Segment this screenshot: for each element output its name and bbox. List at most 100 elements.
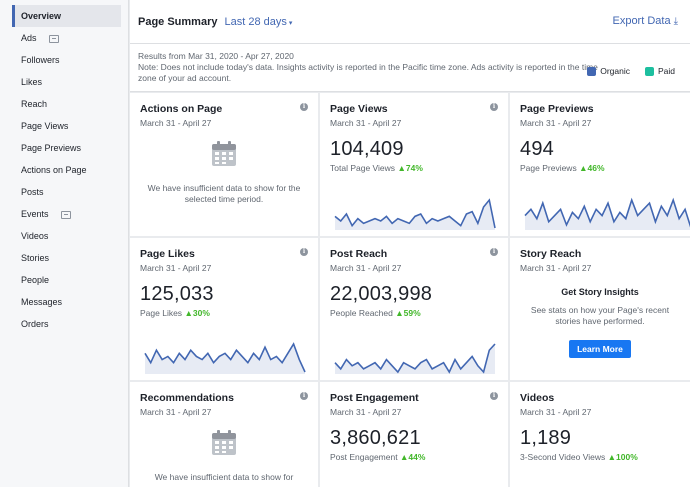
info-icon[interactable]: i [300, 248, 308, 256]
metric-label-row: 3-Second Video Views ▲100% [520, 452, 680, 462]
legend-label: Paid [657, 66, 675, 76]
card-title: Recommendations [140, 392, 234, 404]
date-range-dropdown[interactable]: Last 28 days ▾ [224, 16, 292, 28]
metric-label: Page Likes [140, 308, 183, 318]
export-data-label: Export Data [612, 15, 671, 27]
sparkline-area [335, 200, 495, 230]
card-post-reach[interactable]: Post Reach March 31 - April 27 i 22,003,… [320, 238, 508, 380]
card-title: Post Reach [330, 248, 388, 260]
percent-change: 59% [403, 308, 421, 318]
chart-legend: Organic Paid [587, 66, 690, 77]
sparkline [144, 342, 306, 374]
sidebar-item-actions-on-page[interactable]: Actions on Page [0, 159, 128, 181]
story-insights-text: See stats on how your Page's recent stor… [530, 305, 670, 326]
sparkline-area [145, 344, 305, 374]
info-icon[interactable]: i [490, 392, 498, 400]
calendar-icon [212, 141, 236, 166]
card-date-range: March 31 - April 27 [140, 407, 212, 417]
card-videos[interactable]: Videos March 31 - April 27 1,189 3-Secon… [510, 382, 690, 487]
sidebar-item-overview[interactable]: Overview [12, 5, 121, 27]
sidebar-item-followers[interactable]: Followers [0, 49, 128, 71]
sidebar-item-label: Ads [21, 33, 37, 43]
trend-up-icon: ▲ [397, 163, 406, 173]
page-title: Page Summary [138, 15, 218, 28]
card-page-likes[interactable]: Page Likes March 31 - April 27 i 125,033… [130, 238, 318, 380]
card-date-range: March 31 - April 27 [330, 263, 402, 273]
card-title: Actions on Page [140, 103, 223, 115]
legend-swatch [644, 67, 654, 76]
empty-message: We have insufficient data to show for th… [147, 183, 301, 204]
results-info: Results from Mar 31, 2020 - Apr 27, 2020… [130, 44, 690, 92]
info-icon[interactable]: i [490, 248, 498, 256]
export-data-button[interactable]: Export Data ⤓ [612, 15, 678, 27]
percent-change: 30% [192, 308, 210, 318]
card-page-views[interactable]: Page Views March 31 - April 27 i 104,409… [320, 93, 508, 236]
story-insights-heading: Get Story Insights [561, 287, 639, 297]
sidebar-item-label: Page Views [21, 121, 69, 131]
page-header: Page Summary Last 28 days ▾ Export Data ⤓ [130, 0, 690, 44]
card-actions-on-page[interactable]: Actions on Page March 31 - April 27 i We… [130, 93, 318, 236]
metric-label-row: Page Likes ▲30% [140, 308, 308, 318]
sidebar-item-events[interactable]: Events [0, 203, 128, 225]
promote-icon [60, 210, 71, 219]
trend-up-icon: ▲ [607, 452, 617, 462]
metric-label-row: People Reached ▲59% [330, 308, 498, 318]
download-icon: ⤓ [673, 16, 678, 27]
sidebar: Overview Ads Followers Likes Reach Page … [0, 0, 129, 487]
card-date-range: March 31 - April 27 [520, 263, 592, 273]
sparkline [524, 197, 690, 230]
sidebar-item-reach[interactable]: Reach [0, 93, 128, 115]
info-icon[interactable]: i [300, 392, 308, 400]
sidebar-item-videos[interactable]: Videos [0, 225, 128, 247]
timezone-note: Note: Does not include today's data. Ins… [138, 62, 598, 83]
metric-label-row: Total Page Views ▲74% [330, 163, 498, 173]
sparkline [334, 343, 496, 374]
sidebar-item-messages[interactable]: Messages [0, 291, 128, 313]
sidebar-item-ads[interactable]: Ads [0, 27, 128, 49]
sidebar-item-page-previews[interactable]: Page Previews [0, 137, 128, 159]
card-date-range: March 31 - April 27 [140, 263, 212, 273]
sidebar-item-label: People [21, 275, 50, 285]
card-page-previews[interactable]: Page Previews March 31 - April 27 494 Pa… [510, 93, 690, 236]
metric-value: 494 [520, 138, 554, 160]
card-recommendations[interactable]: Recommendations March 31 - April 27 i We… [130, 382, 318, 487]
trend-up-icon: ▲ [184, 308, 193, 318]
sort-caret-icon: ▾ [288, 19, 293, 27]
card-date-range: March 31 - April 27 [520, 407, 592, 417]
sidebar-item-label: Stories [21, 253, 50, 263]
sidebar-item-stories[interactable]: Stories [0, 247, 128, 269]
sidebar-item-orders[interactable]: Orders [0, 313, 128, 335]
sidebar-item-label: Likes [21, 77, 43, 87]
sidebar-item-label: Posts [21, 187, 44, 197]
empty-state: We have insufficient data to show for [140, 429, 308, 483]
card-date-range: March 31 - April 27 [330, 118, 402, 128]
metric-label-row: Post Engagement ▲44% [330, 452, 498, 462]
card-title: Page Likes [140, 248, 195, 260]
promote-icon [48, 34, 59, 43]
legend-paid: Paid [644, 66, 675, 77]
sidebar-item-label: Orders [21, 319, 49, 329]
date-range-label: Last 28 days [224, 15, 287, 28]
sidebar-item-people[interactable]: People [0, 269, 128, 291]
metric-label: People Reached [330, 308, 393, 318]
metric-label: Post Engagement [330, 452, 398, 462]
info-icon[interactable]: i [300, 103, 308, 111]
card-story-reach[interactable]: Story Reach March 31 - April 27 Get Stor… [510, 238, 690, 380]
learn-more-button[interactable]: Learn More [569, 340, 631, 358]
sidebar-item-label: Reach [21, 99, 48, 109]
percent-change: 74% [405, 163, 423, 173]
card-date-range: March 31 - April 27 [520, 118, 592, 128]
info-icon[interactable]: i [490, 103, 498, 111]
legend-label: Organic [600, 66, 630, 76]
percent-change: 44% [408, 452, 426, 462]
sidebar-item-likes[interactable]: Likes [0, 71, 128, 93]
sidebar-item-label: Videos [21, 231, 49, 241]
main-panel: Page Summary Last 28 days ▾ Export Data ⤓ … [130, 0, 690, 487]
sidebar-item-label: Followers [21, 55, 60, 65]
sidebar-item-page-views[interactable]: Page Views [0, 115, 128, 137]
sidebar-item-posts[interactable]: Posts [0, 181, 128, 203]
card-post-engagement[interactable]: Post Engagement March 31 - April 27 i 3,… [320, 382, 508, 487]
legend-organic: Organic [587, 66, 630, 77]
card-date-range: March 31 - April 27 [330, 407, 402, 417]
sidebar-item-label: Actions on Page [21, 165, 87, 175]
